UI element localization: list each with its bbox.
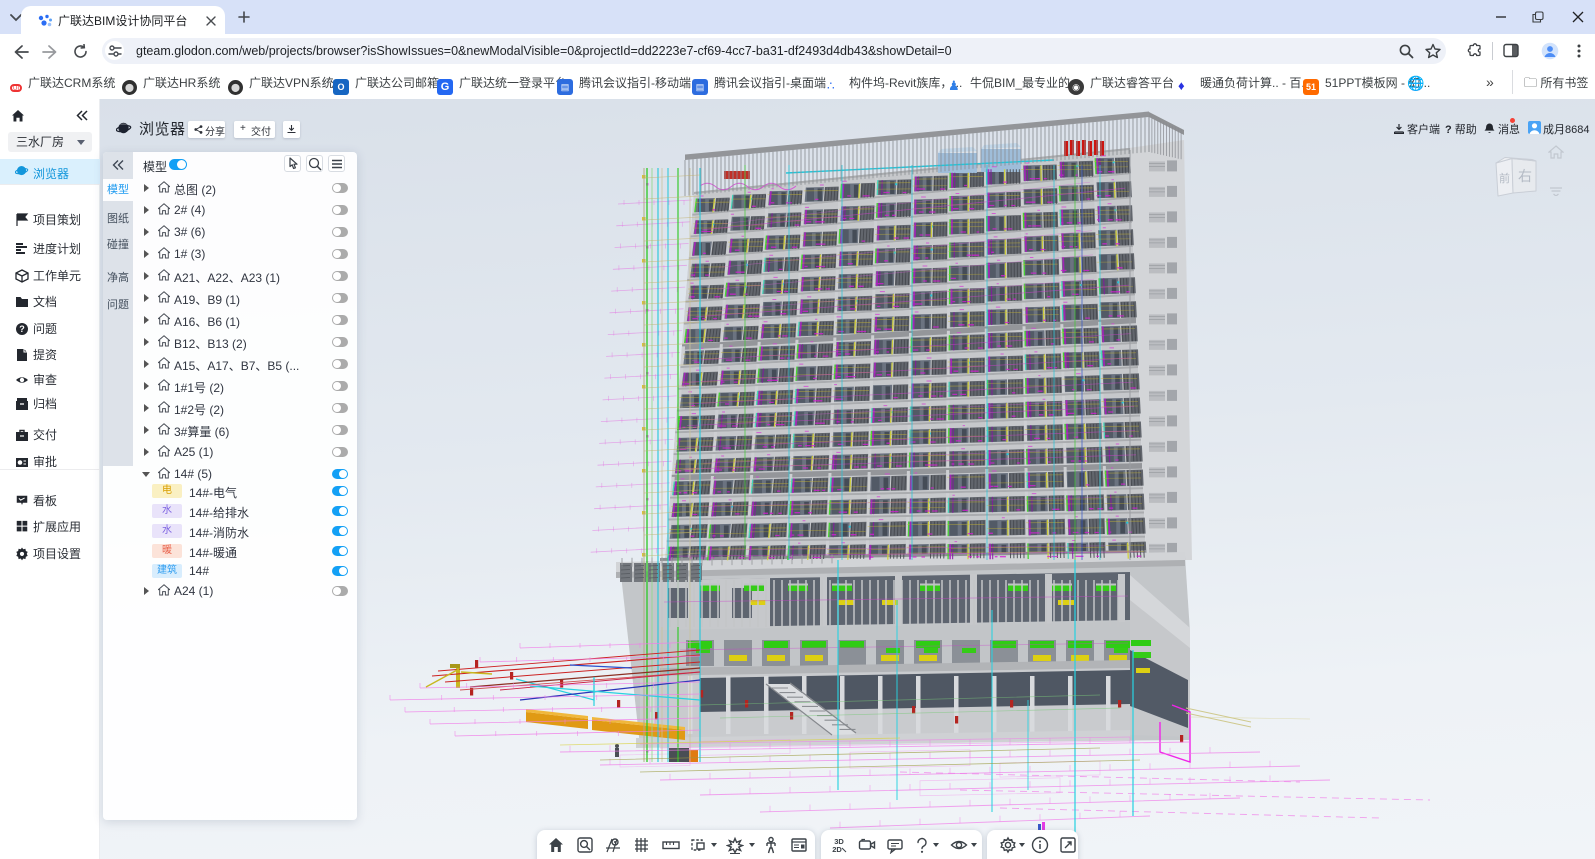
svg-text:前: 前 xyxy=(1499,171,1510,185)
svg-text:2D: 2D xyxy=(832,845,842,854)
svg-text:?: ? xyxy=(19,324,25,334)
svg-text:右: 右 xyxy=(1518,168,1532,184)
